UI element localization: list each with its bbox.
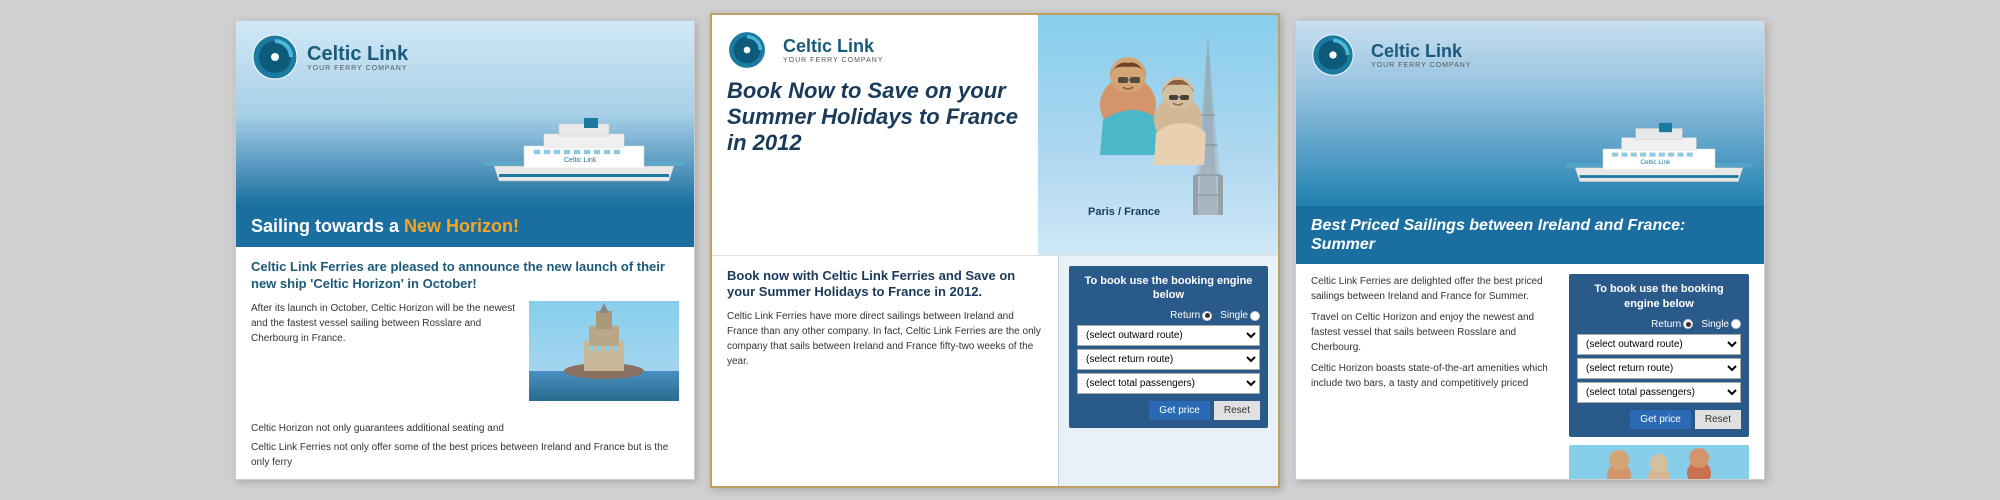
right-body-text3: Celtic Horizon boasts state-of-the-art a… xyxy=(1311,361,1559,391)
left-banner-normal: Sailing towards a xyxy=(251,216,404,236)
right-radio-single-btn[interactable] xyxy=(1731,319,1741,329)
left-blue-banner: Sailing towards a New Horizon! xyxy=(236,206,694,247)
center-radio-row: Return Single xyxy=(1077,310,1260,321)
center-hero-svg: Paris / France xyxy=(1038,15,1278,255)
center-left-top: Celtic Link YOUR FERRY COMPANY Book Now … xyxy=(712,15,1038,255)
right-body-text2: Travel on Celtic Horizon and enjoy the n… xyxy=(1311,310,1559,355)
page-container: Celtic Link YOUR FERRY COMPANY xyxy=(0,0,2000,500)
left-top-banner: Celtic Link YOUR FERRY COMPANY xyxy=(236,21,694,206)
left-logo-text: Celtic Link YOUR FERRY COMPANY xyxy=(307,43,408,72)
right-people-svg xyxy=(1569,445,1749,480)
right-logo-area: Celtic Link YOUR FERRY COMPANY xyxy=(1311,33,1749,77)
left-body-content: Celtic Link Ferries are pleased to annou… xyxy=(236,247,694,413)
right-radio-single-text: Single xyxy=(1701,319,1729,330)
svg-text:Paris / France: Paris / France xyxy=(1088,206,1160,218)
left-footer-text2: Celtic Link Ferries not only offer some … xyxy=(251,440,679,470)
right-radio-return-btn[interactable] xyxy=(1683,319,1693,329)
left-headline: Celtic Link Ferries are pleased to annou… xyxy=(251,259,679,293)
right-be-buttons: Get price Reset xyxy=(1577,410,1741,429)
center-select-return[interactable]: (select return route) xyxy=(1077,349,1260,370)
center-radio-return-text: Return xyxy=(1170,310,1200,321)
left-footer-text: Celtic Horizon not only guarantees addit… xyxy=(251,421,679,436)
right-radio-row: Return Single xyxy=(1577,319,1741,330)
left-logo-sub: YOUR FERRY COMPANY xyxy=(307,65,408,72)
center-top-section: Celtic Link YOUR FERRY COMPANY Book Now … xyxy=(712,15,1278,255)
right-logo-icon xyxy=(1311,33,1355,77)
right-ferry-image: Celtic Link xyxy=(1564,121,1754,191)
center-bottom-right: To book use the booking engine below Ret… xyxy=(1058,256,1278,488)
center-radio-return-label: Return xyxy=(1170,310,1212,321)
card-left: Celtic Link YOUR FERRY COMPANY xyxy=(235,20,695,480)
center-radio-single-label: Single xyxy=(1220,310,1260,321)
left-body-row: After its launch in October, Celtic Hori… xyxy=(251,301,679,401)
right-body-right: To book use the booking engine below Ret… xyxy=(1569,274,1749,480)
center-bottom-left: Book now with Celtic Link Ferries and Sa… xyxy=(712,256,1058,488)
center-reset-button[interactable]: Reset xyxy=(1214,401,1260,420)
left-banner-text: Sailing towards a New Horizon! xyxy=(251,216,519,236)
right-blue-banner: Best Priced Sailings between Ireland and… xyxy=(1296,206,1764,264)
center-logo-sub: YOUR FERRY COMPANY xyxy=(783,57,883,64)
right-radio-return-text: Return xyxy=(1651,319,1681,330)
right-top-banner: Celtic Link YOUR FERRY COMPANY xyxy=(1296,21,1764,206)
center-select-outward[interactable]: (select outward route) xyxy=(1077,325,1260,346)
right-logo-main: Celtic Link xyxy=(1371,41,1471,62)
left-logo-main: Celtic Link xyxy=(307,43,408,65)
right-be-title: To book use the booking engine below xyxy=(1577,282,1741,311)
center-get-price-button[interactable]: Get price xyxy=(1149,401,1210,420)
center-be-buttons: Get price Reset xyxy=(1077,401,1260,420)
right-reset-button[interactable]: Reset xyxy=(1695,410,1741,429)
left-banner-highlight: New Horizon! xyxy=(404,216,519,236)
svg-text:Celtic Link: Celtic Link xyxy=(1640,159,1671,166)
mont-saint-michel-image xyxy=(529,301,679,401)
left-body-text: After its launch in October, Celtic Hori… xyxy=(251,301,519,401)
center-main-headline: Book Now to Save on your Summer Holidays… xyxy=(727,78,1023,157)
right-radio-single-label: Single xyxy=(1701,319,1741,330)
center-radio-single-btn[interactable] xyxy=(1250,311,1260,321)
center-logo-icon xyxy=(727,30,767,70)
right-body-content: Celtic Link Ferries are delighted offer … xyxy=(1296,264,1764,480)
card-right: Celtic Link YOUR FERRY COMPANY xyxy=(1295,20,1765,480)
svg-text:Celtic Link: Celtic Link xyxy=(564,157,597,164)
center-logo-area: Celtic Link YOUR FERRY COMPANY xyxy=(727,30,1023,70)
card-center: Celtic Link YOUR FERRY COMPANY Book Now … xyxy=(710,13,1280,488)
center-sub-headline: Book now with Celtic Link Ferries and Sa… xyxy=(727,268,1043,302)
center-hero-image: Paris / France xyxy=(1038,15,1278,255)
right-logo-sub: YOUR FERRY COMPANY xyxy=(1371,62,1471,69)
left-ferry-image: Celtic Link xyxy=(484,116,684,191)
left-logo-icon xyxy=(251,33,299,81)
right-select-outward[interactable]: (select outward route) xyxy=(1577,334,1741,355)
center-booking-engine: To book use the booking engine below Ret… xyxy=(1069,266,1268,429)
center-radio-single-text: Single xyxy=(1220,310,1248,321)
left-footer: Celtic Horizon not only guarantees addit… xyxy=(236,413,694,478)
right-booking-engine: To book use the booking engine below Ret… xyxy=(1569,274,1749,437)
left-logo-area: Celtic Link YOUR FERRY COMPANY xyxy=(251,33,408,81)
right-body-left: Celtic Link Ferries are delighted offer … xyxy=(1311,274,1559,480)
right-select-passengers[interactable]: (select total passengers) xyxy=(1577,382,1741,403)
center-select-passengers[interactable]: (select total passengers) xyxy=(1077,373,1260,394)
center-radio-return-btn[interactable] xyxy=(1202,311,1212,321)
right-people-image xyxy=(1569,445,1749,480)
center-body-text: Celtic Link Ferries have more direct sai… xyxy=(727,309,1043,369)
right-select-return[interactable]: (select return route) xyxy=(1577,358,1741,379)
center-bottom-section: Book now with Celtic Link Ferries and Sa… xyxy=(712,255,1278,488)
right-banner-text: Best Priced Sailings between Ireland and… xyxy=(1311,217,1685,253)
right-get-price-button[interactable]: Get price xyxy=(1630,410,1691,429)
center-logo-main: Celtic Link xyxy=(783,36,883,57)
center-be-title: To book use the booking engine below xyxy=(1077,274,1260,303)
right-body-text1: Celtic Link Ferries are delighted offer … xyxy=(1311,274,1559,304)
right-radio-return-label: Return xyxy=(1651,319,1693,330)
